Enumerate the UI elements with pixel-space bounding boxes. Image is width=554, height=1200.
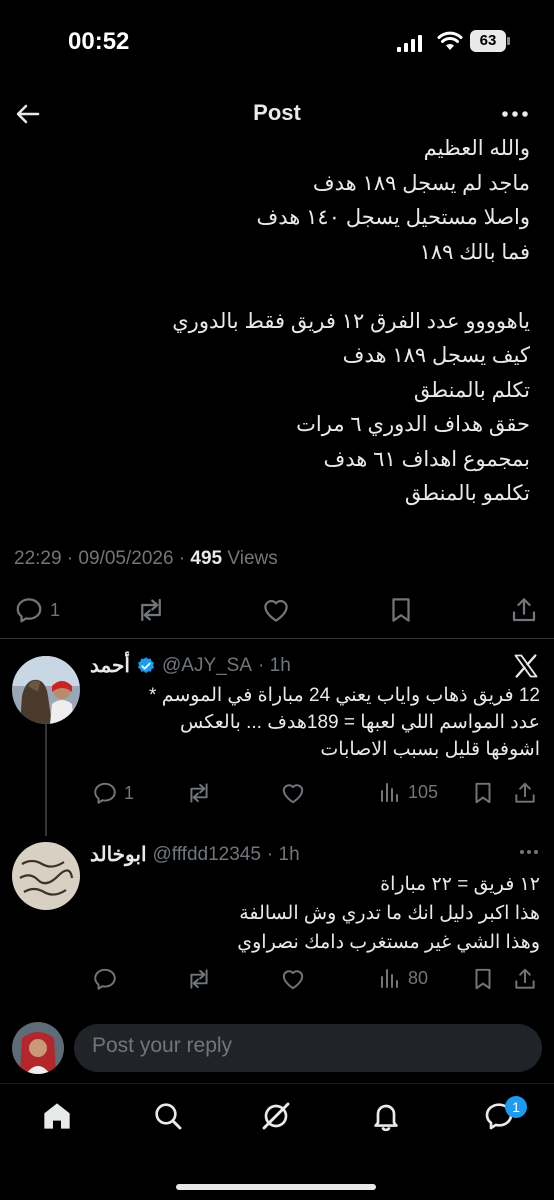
home-indicator — [176, 1184, 376, 1190]
status-time: 00:52 — [68, 28, 130, 55]
post-text-line: ياهوووو عدد الفرق ١٢ فريق فقط بالدوري — [172, 309, 530, 333]
repost-icon — [190, 969, 208, 989]
bookmark-button[interactable] — [386, 595, 416, 625]
post-actions: 1 — [0, 590, 554, 630]
post-text-line: تكلمو بالمنطق — [404, 482, 530, 505]
post-timestamp: 22:29 · 09/05/2026 · — [14, 548, 191, 569]
battery-nub — [507, 37, 510, 45]
views-count: 105 — [408, 781, 439, 802]
avatar — [12, 1022, 64, 1074]
reply-text: 12 فريق ذهاب واياب يعني 24 مباراة في الم… — [149, 685, 540, 760]
reply-time: · 1h — [266, 843, 300, 865]
post-meta: 22:29 · 09/05/2026 · 495 Views — [14, 548, 278, 570]
post-views-label: Views — [222, 548, 278, 569]
reply-time: · 1h — [258, 654, 291, 676]
reply-placeholder[interactable]: Post your reply — [92, 1034, 232, 1058]
repost-button[interactable] — [186, 780, 212, 806]
reply-icon — [94, 968, 116, 990]
post-text-line: واصلا مستحيل يسجل ١٤٠ هدف — [256, 206, 530, 229]
reply-button[interactable] — [92, 966, 118, 992]
post-text: والله العظيم ماجد لم يسجل ١٨٩ هدف واصلا مس… — [30, 132, 530, 512]
reply-header: ابوخالد @fffdd12345 · 1h — [90, 842, 300, 867]
reply-author-name[interactable]: أحمد — [90, 653, 130, 678]
bookmark-icon — [392, 598, 410, 622]
views-count: 80 — [408, 967, 429, 988]
cellular-signal-icon — [397, 34, 423, 52]
post-text-line: تكلم بالمنطق — [413, 378, 530, 402]
notifications-bell-icon[interactable] — [370, 1100, 402, 1132]
divider — [0, 638, 554, 639]
thread-line — [45, 724, 47, 836]
x-logo-icon — [512, 652, 540, 680]
share-button[interactable] — [512, 780, 538, 806]
post-text-line: فما بالك ١٨٩ — [419, 240, 530, 264]
post-views-count: 495 — [190, 548, 223, 569]
reply-count: 1 — [124, 782, 135, 803]
post-text-line: كيف يسجل ١٨٩ هدف — [342, 344, 530, 367]
share-icon — [512, 598, 536, 622]
post-text-line: ماجد لم يسجل ١٨٩ هدف — [312, 171, 530, 195]
repost-icon — [190, 783, 208, 803]
views-button[interactable]: 105 — [378, 780, 438, 804]
share-button[interactable] — [509, 595, 539, 625]
views-button[interactable]: 80 — [378, 966, 428, 990]
reply-button[interactable]: 1 — [14, 595, 60, 625]
reply-count: 1 — [50, 599, 61, 620]
post-text-line: والله العظيم — [423, 137, 530, 160]
status-bar: 00:52 63 — [0, 0, 554, 84]
search-icon[interactable] — [152, 1100, 184, 1132]
reply-author-name[interactable]: ابوخالد — [90, 842, 147, 867]
more-options-icon[interactable] — [518, 842, 540, 862]
reply-header: أحمد @AJY_SA · 1h — [90, 653, 291, 678]
bookmark-icon — [475, 782, 491, 804]
share-button[interactable] — [512, 966, 538, 992]
page-title: Post — [253, 100, 301, 125]
share-icon — [515, 782, 535, 803]
share-icon — [515, 968, 535, 989]
post-text-line: بمجموع اهداف ٦١ هدف — [323, 447, 530, 471]
post-text-line: حقق هداف الدوري ٦ مرات — [296, 413, 530, 436]
repost-button[interactable] — [136, 595, 166, 625]
bookmark-button[interactable] — [470, 966, 496, 992]
home-icon[interactable] — [41, 1100, 73, 1132]
analytics-icon — [381, 783, 398, 802]
heart-icon — [282, 970, 304, 990]
reply-button[interactable]: 1 — [92, 780, 134, 806]
tabbar-divider — [0, 1083, 554, 1084]
reply-author-handle[interactable]: @fffdd12345 — [153, 844, 261, 866]
verified-badge-icon — [138, 656, 154, 673]
reply-text: ١٢ فريق = ٢٢ مباراة هذا اكبر دليل انك ما… — [237, 874, 540, 953]
avatar[interactable] — [12, 842, 80, 910]
post-text-line — [30, 270, 530, 305]
heart-icon — [264, 599, 288, 622]
battery-indicator: 63 — [470, 30, 506, 52]
bookmark-button[interactable] — [470, 780, 496, 806]
reply-icon — [94, 782, 116, 804]
grok-icon[interactable] — [260, 1100, 292, 1132]
messages-badge: 1 — [505, 1096, 527, 1118]
like-button[interactable] — [261, 595, 291, 625]
repost-icon — [141, 598, 161, 622]
repost-button[interactable] — [186, 966, 212, 992]
avatar[interactable] — [12, 656, 80, 724]
like-button[interactable] — [280, 780, 306, 806]
like-button[interactable] — [280, 966, 306, 992]
more-options-icon[interactable] — [500, 102, 530, 126]
heart-icon — [282, 784, 304, 804]
wifi-icon — [437, 30, 463, 52]
bookmark-icon — [475, 968, 491, 990]
analytics-icon — [381, 969, 398, 988]
reply-icon — [16, 598, 42, 623]
reply-author-handle[interactable]: @AJY_SA — [162, 655, 252, 677]
